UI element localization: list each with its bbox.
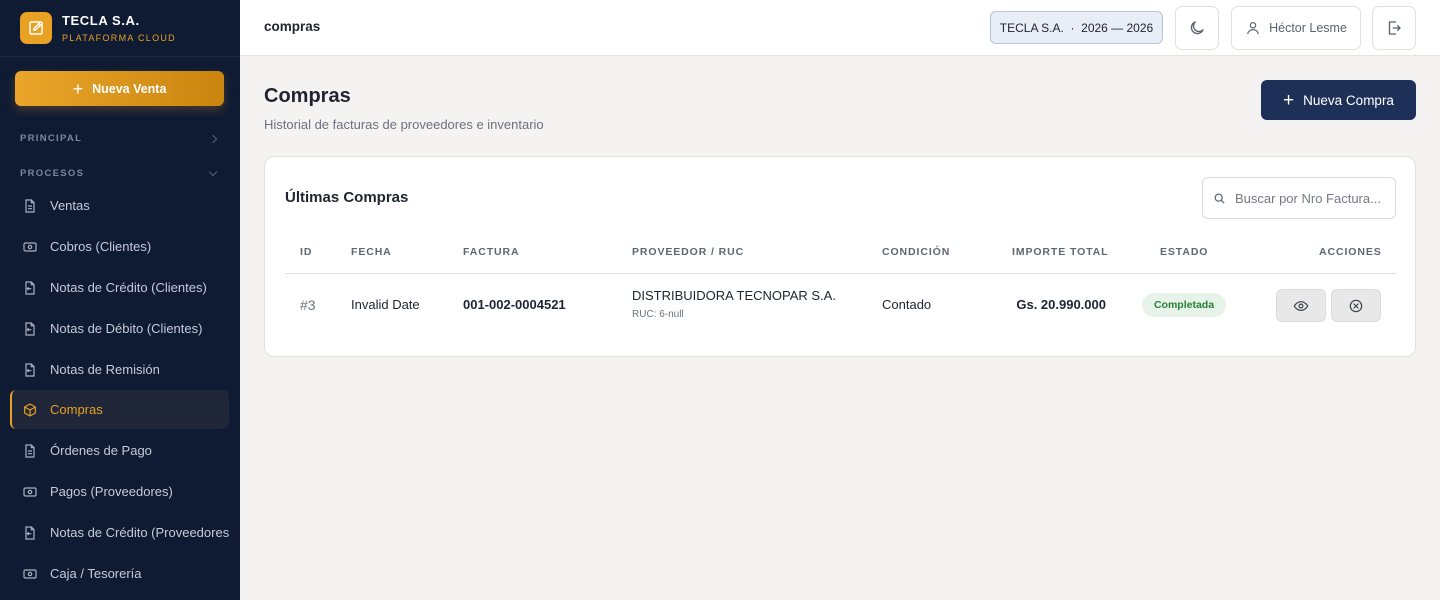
- status-badge: Completada: [1142, 293, 1226, 317]
- cash-icon: [23, 241, 37, 252]
- sidebar-item-label: Ventas: [50, 198, 90, 213]
- chevron-down-icon: [208, 167, 218, 176]
- cancel-button[interactable]: [1331, 289, 1381, 322]
- brand-subtitle: PLATAFORMA CLOUD: [62, 33, 176, 43]
- search-icon: [1214, 193, 1225, 203]
- new-purchase-label: Nueva Compra: [1303, 92, 1394, 108]
- close-circle-icon: [1349, 299, 1363, 312]
- company-period-selector[interactable]: TECLA S.A. · 2026 — 2026: [990, 11, 1163, 44]
- purchases-card: Últimas Compras ID FECHA FACTURA PROVEED…: [264, 156, 1416, 357]
- search-box[interactable]: [1202, 177, 1396, 219]
- section-procesos-label: PROCESOS: [20, 168, 85, 179]
- sidebar-item-pagos-proveedores[interactable]: Pagos (Proveedores): [10, 472, 229, 511]
- view-button[interactable]: [1276, 289, 1326, 322]
- column-header-proveedor: PROVEEDOR / RUC: [632, 246, 745, 258]
- sidebar-item-label: Compras: [50, 402, 103, 417]
- edit-icon: [20, 12, 52, 44]
- cell-proveedor: DISTRIBUIDORA TECNOPAR S.A.: [632, 288, 836, 303]
- breadcrumb: compras: [264, 19, 321, 34]
- sidebar-item-notas-remision[interactable]: Notas de Remisión: [10, 350, 229, 389]
- column-header-acciones: ACCIONES: [1319, 246, 1382, 258]
- sidebar-item-label: Notas de Crédito (Clientes): [50, 280, 207, 295]
- cash-icon: [23, 486, 37, 497]
- logout-button[interactable]: [1372, 6, 1416, 50]
- page-subtitle: Historial de facturas de proveedores e i…: [264, 117, 544, 132]
- column-header-estado: ESTADO: [1160, 246, 1209, 258]
- cell-fecha: Invalid Date: [351, 297, 420, 312]
- cell-id: #3: [300, 297, 316, 313]
- cash-icon: [23, 568, 37, 579]
- plus-icon: +: [1283, 89, 1295, 111]
- logout-icon: [1388, 21, 1401, 35]
- plus-icon: +: [72, 78, 84, 99]
- brand-name: TECLA S.A.: [62, 13, 140, 28]
- sidebar-item-label: Notas de Débito (Clientes): [50, 321, 203, 336]
- column-header-importe: IMPORTE TOTAL: [1012, 246, 1109, 258]
- sidebar-item-label: Notas de Remisión: [50, 362, 160, 377]
- top-bar: compras TECLA S.A. · 2026 — 2026 Héctor …: [240, 0, 1440, 56]
- brand[interactable]: TECLA S.A. PLATAFORMA CLOUD: [20, 12, 176, 44]
- cell-ruc: RUC: 6-null: [632, 309, 684, 320]
- card-title: Últimas Compras: [285, 189, 409, 206]
- sidebar-item-notas-credito-clientes[interactable]: Notas de Crédito (Clientes): [10, 268, 229, 307]
- theme-toggle-button[interactable]: [1175, 6, 1219, 50]
- section-principal-label: PRINCIPAL: [20, 133, 83, 144]
- new-sale-button[interactable]: + Nueva Venta: [15, 71, 224, 106]
- new-purchase-button[interactable]: + Nueva Compra: [1261, 80, 1416, 120]
- receipt-return-icon: [25, 321, 35, 336]
- table-header-divider: [285, 273, 1396, 274]
- receipt-return-icon: [25, 525, 35, 540]
- box-icon: [24, 402, 36, 417]
- chevron-right-icon: [208, 134, 218, 143]
- eye-icon: [1293, 300, 1309, 311]
- page-title: Compras: [264, 85, 351, 107]
- document-icon: [25, 443, 35, 458]
- cell-condicion: Contado: [882, 297, 932, 312]
- sidebar-item-ventas[interactable]: Ventas: [10, 186, 229, 225]
- new-sale-label: Nueva Venta: [92, 81, 167, 96]
- sidebar-item-label: Órdenes de Pago: [50, 443, 152, 458]
- receipt-return-icon: [25, 362, 35, 377]
- sidebar: TECLA S.A. PLATAFORMA CLOUD + Nueva Vent…: [0, 0, 240, 600]
- section-principal[interactable]: PRINCIPAL: [20, 133, 220, 144]
- sidebar-item-label: Cobros (Clientes): [50, 239, 152, 254]
- sidebar-item-label: Caja / Tesorería: [50, 566, 142, 581]
- search-input[interactable]: [1235, 190, 1385, 206]
- sidebar-item-cobros[interactable]: Cobros (Clientes): [10, 227, 229, 266]
- column-header-fecha: FECHA: [351, 246, 392, 258]
- column-header-condicion: CONDICIÓN: [882, 246, 951, 258]
- company-period-label: TECLA S.A. · 2026 — 2026: [999, 20, 1154, 35]
- sidebar-item-compras[interactable]: Compras: [10, 390, 229, 429]
- user-name: Héctor Lesme: [1269, 21, 1347, 35]
- user-icon: [1247, 22, 1260, 35]
- cell-factura: 001-002-0004521: [463, 297, 566, 312]
- column-header-factura: FACTURA: [463, 246, 520, 258]
- section-procesos[interactable]: PROCESOS: [20, 167, 220, 179]
- receipt-return-icon: [25, 280, 35, 295]
- user-menu-button[interactable]: Héctor Lesme: [1231, 6, 1361, 50]
- sidebar-item-label: Pagos (Proveedores): [50, 484, 173, 499]
- sidebar-item-notas-debito-clientes[interactable]: Notas de Débito (Clientes): [10, 309, 229, 348]
- sidebar-item-caja-tesoreria[interactable]: Caja / Tesorería: [10, 554, 229, 593]
- document-icon: [25, 198, 35, 213]
- cell-importe: Gs. 20.990.000: [1016, 297, 1106, 312]
- column-header-id: ID: [300, 246, 313, 258]
- sidebar-item-notas-credito-proveedores[interactable]: Notas de Crédito (Proveedores): [10, 513, 229, 552]
- moon-icon: [1190, 21, 1204, 35]
- sidebar-item-label: Notas de Crédito (Proveedores): [50, 525, 229, 540]
- sidebar-item-ordenes-pago[interactable]: Órdenes de Pago: [10, 431, 229, 470]
- sidebar-divider: [0, 56, 240, 57]
